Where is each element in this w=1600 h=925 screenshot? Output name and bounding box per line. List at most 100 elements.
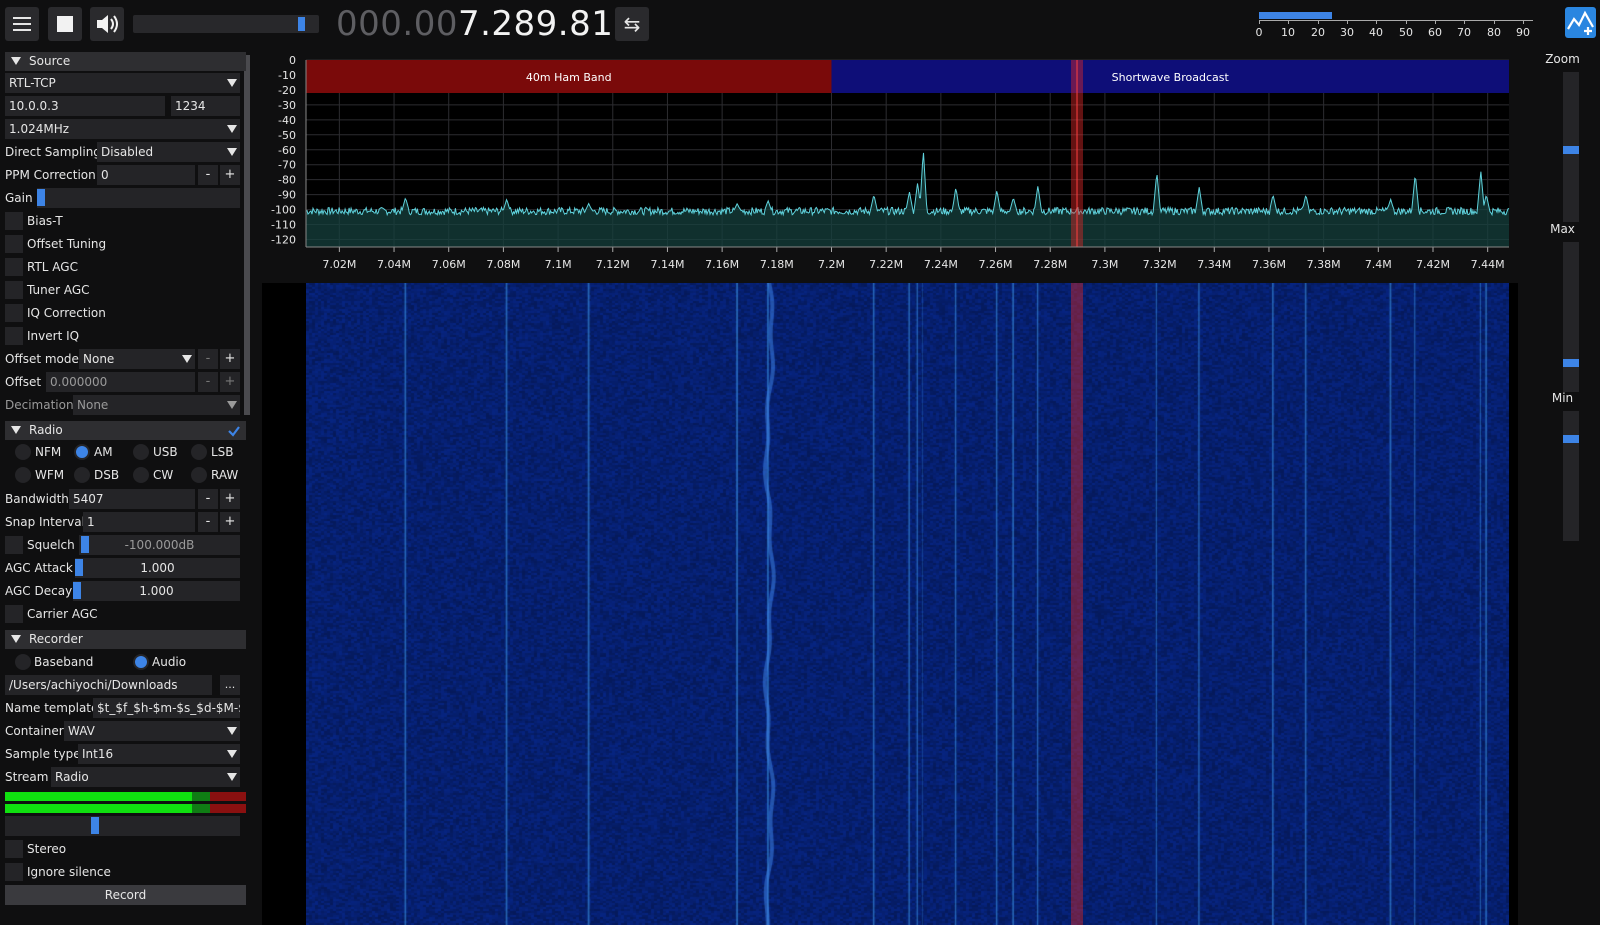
snr-tick [1406, 20, 1407, 24]
min-slider[interactable] [1563, 411, 1579, 541]
offset-plus-button[interactable]: + [220, 372, 240, 392]
audio-level-meter-right [5, 804, 246, 813]
zoom-panel: Zoom Max Min [1525, 52, 1600, 925]
record-volume-slider-handle[interactable] [91, 817, 99, 834]
ppm-minus-button[interactable]: - [198, 165, 218, 185]
record-button[interactable]: Record [5, 885, 246, 905]
mode-radio-am[interactable] [74, 444, 90, 460]
stream-dropdown[interactable]: Radio [51, 767, 240, 787]
volume-slider[interactable] [133, 15, 319, 33]
demod-mode-row: NFM AM USB LSB [5, 442, 246, 462]
bias-t-checkbox[interactable]: Bias-T [5, 211, 246, 231]
app-logo-icon[interactable] [1565, 7, 1596, 38]
name-template-input[interactable]: $t_$f_$h-$m-$s_$d-$M-$y [93, 698, 240, 718]
x-tick-label: 7.42M [1416, 258, 1450, 271]
bandwidth-input[interactable]: 5407 [69, 489, 195, 509]
bandwidth-plus-button[interactable]: + [220, 489, 240, 509]
source-section-header[interactable]: Source [5, 52, 246, 71]
recorder-section-header[interactable]: Recorder [5, 630, 246, 649]
speaker-icon[interactable] [90, 7, 124, 41]
y-tick-label: -40 [278, 114, 296, 127]
swap-icon[interactable]: ⇆ [615, 7, 649, 41]
x-tick-label: 7.28M [1033, 258, 1067, 271]
volume-slider-handle[interactable] [298, 17, 305, 31]
frequency-display[interactable]: 000.007.289.811 [336, 1, 636, 47]
ppm-plus-button[interactable]: + [220, 165, 240, 185]
x-tick-label: 7.1M [545, 258, 572, 271]
mode-radio-nfm[interactable] [15, 444, 31, 460]
radio-section-header[interactable]: Radio [5, 421, 246, 440]
offset-input[interactable]: 0.000000 [46, 372, 195, 392]
invert-iq-checkbox[interactable]: Invert IQ [5, 326, 246, 346]
tuner-agc-checkbox[interactable]: Tuner AGC [5, 280, 246, 300]
rtl-agc-checkbox[interactable]: RTL AGC [5, 257, 246, 277]
offset-mode-plus-button[interactable]: + [220, 349, 240, 369]
carrier-agc-checkbox[interactable]: Carrier AGC [5, 604, 246, 624]
snap-minus-button[interactable]: - [198, 512, 218, 532]
frequency-leading-digits[interactable]: 000.00 [336, 4, 458, 44]
samplerate-dropdown[interactable]: 1.024MHz [5, 119, 246, 139]
snr-tick [1435, 20, 1436, 24]
squelch-slider[interactable]: -100.000dB [79, 535, 240, 555]
record-folder-input[interactable]: /Users/achiyochi/Downloads [5, 675, 212, 695]
offset-mode-minus-button[interactable]: - [198, 349, 218, 369]
ignore-silence-checkbox[interactable]: Ignore silence [5, 862, 246, 882]
stop-icon[interactable] [48, 7, 82, 41]
snap-plus-button[interactable]: + [220, 512, 240, 532]
sample-type-dropdown[interactable]: Int16 [78, 744, 240, 764]
stereo-checkbox[interactable]: Stereo [5, 839, 246, 859]
snr-tick [1376, 20, 1377, 24]
iq-correction-checkbox[interactable]: IQ Correction [5, 303, 246, 323]
squelch-checkbox[interactable] [5, 536, 23, 554]
agc-decay-slider[interactable]: 1.000 [73, 581, 240, 601]
snap-interval-input[interactable]: 1 [83, 512, 195, 532]
dropdown-arrow-icon [227, 401, 237, 409]
mode-radio-lsb[interactable] [191, 444, 207, 460]
snr-tick-label: 70 [1457, 26, 1471, 39]
host-input[interactable]: 10.0.0.3 [5, 96, 165, 116]
zoom-slider-handle[interactable] [1563, 146, 1579, 154]
side-menu: Source RTL-TCP 10.0.0.3 1234 1.024MHz Di… [0, 52, 250, 925]
offset-tuning-checkbox[interactable]: Offset Tuning [5, 234, 246, 254]
gain-slider-handle[interactable] [37, 189, 45, 206]
mode-radio-raw[interactable] [191, 467, 207, 483]
min-slider-handle[interactable] [1563, 435, 1579, 443]
record-volume-slider[interactable] [5, 816, 240, 836]
agc-attack-slider[interactable]: 1.000 [75, 558, 240, 578]
mode-radio-usb[interactable] [133, 444, 149, 460]
gain-slider[interactable] [37, 188, 240, 208]
max-slider-handle[interactable] [1563, 359, 1579, 367]
mode-radio-wfm[interactable] [15, 467, 31, 483]
host-port-row: 10.0.0.3 1234 [5, 96, 246, 116]
offset-minus-button[interactable]: - [198, 372, 218, 392]
band-plan-label: 40m Ham Band [526, 71, 612, 84]
browse-folder-button[interactable]: ... [220, 675, 240, 695]
fft-spectrum[interactable]: 0 -10 -20 -30 -40 -50 -60 -70 -80 -90 -100 -110 -120… [262, 52, 1518, 282]
mode-radio-dsb[interactable] [74, 467, 90, 483]
audio-radio[interactable] [133, 654, 149, 670]
waterfall[interactable] [262, 283, 1518, 925]
fft-spectrum-chart[interactable]: 0 -10 -20 -30 -40 -50 -60 -70 -80 -90 -100 -110 -120… [262, 52, 1518, 282]
frequency-digits[interactable]: 7.289.811 [458, 4, 636, 44]
x-tick-label: 7.08M [486, 258, 520, 271]
bandwidth-minus-button[interactable]: - [198, 489, 218, 509]
max-label: Max [1550, 222, 1575, 236]
mode-label-am: AM [94, 445, 113, 459]
zoom-slider[interactable] [1563, 72, 1579, 222]
decimation-dropdown[interactable]: None [73, 395, 240, 415]
max-slider[interactable] [1563, 242, 1579, 392]
waterfall-vfo-marker[interactable] [1071, 283, 1083, 925]
waterfall-canvas[interactable] [306, 283, 1509, 925]
menu-icon[interactable] [5, 7, 39, 41]
port-input[interactable]: 1234 [171, 96, 240, 116]
container-dropdown[interactable]: WAV [64, 721, 240, 741]
dropdown-arrow-icon [227, 79, 237, 87]
source-type-dropdown[interactable]: RTL-TCP [5, 73, 246, 93]
ppm-input[interactable]: 0 [97, 165, 195, 185]
snr-meter: 0 10 20 30 40 50 60 70 80 90 [1256, 10, 1533, 45]
mode-radio-cw[interactable] [133, 467, 149, 483]
baseband-radio[interactable] [15, 654, 31, 670]
checkmark-icon[interactable] [227, 424, 241, 438]
direct-sampling-dropdown[interactable]: Disabled [97, 142, 240, 162]
offset-mode-dropdown[interactable]: None [79, 349, 195, 369]
